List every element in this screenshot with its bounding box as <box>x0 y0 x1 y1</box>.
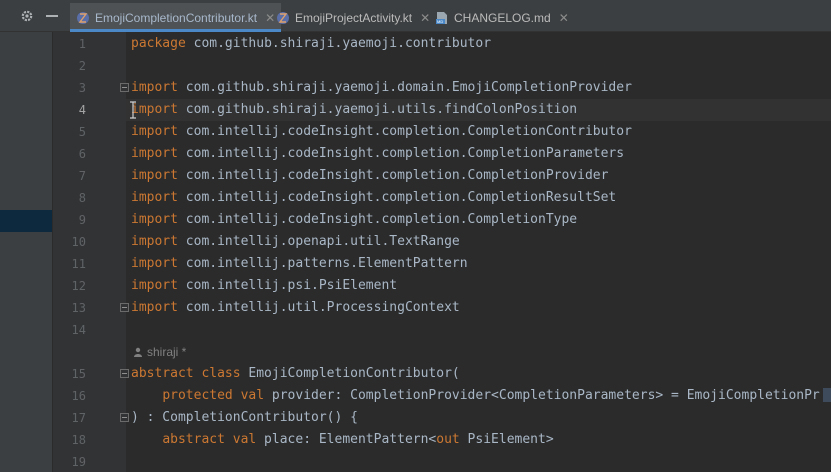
code-keyword: out <box>436 432 460 447</box>
line-number: 12 <box>71 279 86 293</box>
minimize-icon[interactable] <box>44 8 60 24</box>
code-line[interactable]: import com.github.shiraji.yaemoji.domain… <box>131 77 632 99</box>
code-keyword: import <box>131 168 178 183</box>
code-line[interactable]: import com.intellij.codeInsight.completi… <box>131 165 608 187</box>
line-number: 5 <box>78 125 86 139</box>
kotlin-file-icon <box>277 11 289 24</box>
line-number: 9 <box>78 213 86 227</box>
code-text: EmojiCompletionContributor( <box>240 366 460 381</box>
code-keyword: protected val <box>162 388 265 403</box>
code-keyword: import <box>131 190 178 205</box>
tab-emoji-project-activity[interactable]: EmojiProjectActivity.kt ✕ <box>270 3 436 32</box>
kotlin-file-icon <box>77 11 89 24</box>
code-text: com.github.shiraji.yaemoji.utils.findCol… <box>177 102 578 117</box>
fold-marker-icon[interactable] <box>120 303 129 312</box>
code-keyword: import <box>131 234 178 249</box>
text-cursor-icon <box>130 101 136 119</box>
code-text: com.intellij.codeInsight.completion.Comp… <box>177 168 609 183</box>
code-line[interactable]: ) : CompletionContributor() { <box>131 407 358 429</box>
project-panel-scrollbar[interactable] <box>52 32 67 472</box>
project-tree-selected-row[interactable] <box>0 210 52 232</box>
gear-icon[interactable] <box>19 8 35 24</box>
tab-changelog[interactable]: MD CHANGELOG.md ✕ <box>429 3 575 32</box>
line-number: 10 <box>71 235 86 249</box>
fold-marker-icon[interactable] <box>120 369 129 378</box>
code-line[interactable]: import com.intellij.patterns.ElementPatt… <box>131 253 468 275</box>
line-number: 18 <box>71 433 86 447</box>
line-number: 11 <box>71 257 86 271</box>
tab-label: CHANGELOG.md <box>454 10 551 25</box>
code-line[interactable]: import com.intellij.codeInsight.completi… <box>131 187 616 209</box>
project-panel[interactable] <box>0 0 52 472</box>
code-line[interactable]: import com.intellij.util.ProcessingConte… <box>131 297 460 319</box>
line-number: 6 <box>78 147 86 161</box>
code-text: place: ElementPattern< <box>256 432 437 447</box>
code-text: ) : CompletionContributor() { <box>131 410 358 425</box>
ide-window: EmojiCompletionContributor.kt ✕ EmojiPro… <box>0 0 831 472</box>
tab-label: EmojiCompletionContributor.kt <box>95 10 258 25</box>
code-text: com.intellij.codeInsight.completion.Comp… <box>177 190 617 205</box>
code-text: com.intellij.openapi.util.TextRange <box>177 234 460 249</box>
fold-marker-icon[interactable] <box>120 413 129 422</box>
tab-emoji-completion-contributor[interactable]: EmojiCompletionContributor.kt ✕ <box>70 3 282 32</box>
fold-marker-icon[interactable] <box>120 83 129 92</box>
code-line[interactable]: import com.intellij.codeInsight.completi… <box>131 121 632 143</box>
line-number: 7 <box>78 169 86 183</box>
code-keyword: import <box>131 146 178 161</box>
code-text: com.intellij.util.ProcessingContext <box>177 300 460 315</box>
code-text: com.intellij.codeInsight.completion.Comp… <box>177 146 625 161</box>
line-number: 2 <box>78 59 86 73</box>
code-line[interactable]: import com.intellij.codeInsight.completi… <box>131 209 577 231</box>
code-keyword: import <box>131 80 178 95</box>
code-line[interactable]: abstract val place: ElementPattern<out P… <box>131 429 554 451</box>
code-keyword: abstract class <box>131 366 241 381</box>
line-number: 16 <box>71 389 86 403</box>
code-keyword: import <box>131 278 178 293</box>
line-number: 3 <box>78 81 86 95</box>
code-text: com.intellij.patterns.ElementPattern <box>177 256 468 271</box>
editor-tab-bar: EmojiCompletionContributor.kt ✕ EmojiPro… <box>0 0 831 32</box>
code-line[interactable]: import com.github.shiraji.yaemoji.utils.… <box>131 99 577 121</box>
code-text: com.github.shiraji.yaemoji.contributor <box>185 36 492 51</box>
code-keyword: import <box>131 212 178 227</box>
author-name: shiraji * <box>147 345 187 359</box>
code-keyword: import <box>131 300 178 315</box>
code-text: com.intellij.codeInsight.completion.Comp… <box>177 124 632 139</box>
markdown-file-icon: MD <box>436 11 447 24</box>
line-number: 17 <box>71 411 86 425</box>
code-line[interactable]: protected val provider: CompletionProvid… <box>131 385 820 407</box>
line-number: 1 <box>78 37 86 51</box>
line-number: 13 <box>71 301 86 315</box>
code-keyword: import <box>131 102 178 117</box>
code-keyword: import <box>131 124 178 139</box>
code-keyword: abstract val <box>162 432 257 447</box>
code-text: provider: CompletionProvider<CompletionP… <box>264 388 820 403</box>
code-text: com.intellij.codeInsight.completion.Comp… <box>177 212 578 227</box>
line-number: 8 <box>78 191 86 205</box>
code-line[interactable]: import com.intellij.codeInsight.completi… <box>131 143 624 165</box>
close-icon[interactable]: ✕ <box>559 11 569 25</box>
code-text: com.intellij.psi.PsiElement <box>177 278 398 293</box>
code-line[interactable]: import com.intellij.openapi.util.TextRan… <box>131 231 460 253</box>
svg-text:MD: MD <box>437 19 443 24</box>
code-text: com.github.shiraji.yaemoji.domain.EmojiC… <box>177 80 632 95</box>
tab-label: EmojiProjectActivity.kt <box>295 10 413 25</box>
code-line[interactable]: import com.intellij.psi.PsiElement <box>131 275 397 297</box>
line-number: 19 <box>71 455 86 469</box>
person-icon <box>134 347 142 357</box>
line-number: 4 <box>78 103 86 117</box>
code-line[interactable]: abstract class EmojiCompletionContributo… <box>131 363 460 385</box>
code-author-hint[interactable]: shiraji * <box>133 343 186 361</box>
code-line[interactable]: package com.github.shiraji.yaemoji.contr… <box>131 33 491 55</box>
editor-scrollbar-thumb[interactable] <box>823 388 831 402</box>
code-keyword: import <box>131 256 178 271</box>
line-number: 14 <box>71 323 86 337</box>
code-keyword: package <box>131 36 186 51</box>
line-number: 15 <box>71 367 86 381</box>
code-text: PsiElement> <box>459 432 554 447</box>
